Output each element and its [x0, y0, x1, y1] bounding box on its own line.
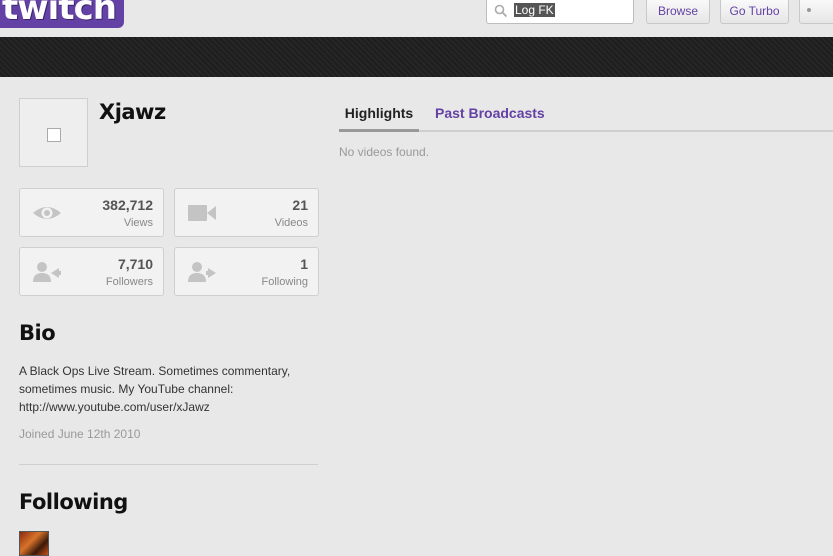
- followers-label: Followers: [105, 276, 153, 288]
- following-icon: [188, 262, 216, 282]
- tab-past-broadcasts[interactable]: Past Broadcasts: [435, 105, 545, 121]
- views-count: 382,712: [102, 197, 153, 213]
- following-channel-thumbnail[interactable]: [19, 531, 49, 556]
- go-turbo-button[interactable]: Go Turbo: [720, 0, 789, 24]
- eye-icon: [33, 207, 61, 219]
- following-heading: Following: [19, 490, 128, 514]
- user-menu-button[interactable]: [799, 0, 833, 24]
- channel-name: Xjawz: [99, 100, 166, 124]
- following-stat[interactable]: 1 Following: [174, 247, 319, 296]
- video-camera-icon: [188, 205, 216, 221]
- search-box[interactable]: Log FK: [486, 0, 634, 24]
- joined-date: Joined June 12th 2010: [19, 427, 141, 441]
- videos-label: Videos: [274, 217, 308, 229]
- search-input[interactable]: Log FK: [514, 3, 555, 17]
- divider: [19, 464, 318, 465]
- videos-stat[interactable]: 21 Videos: [174, 188, 319, 237]
- videos-count: 21: [292, 197, 308, 213]
- empty-videos-message: No videos found.: [339, 145, 430, 159]
- tab-highlights[interactable]: Highlights: [339, 105, 419, 132]
- followers-count: 7,710: [117, 256, 153, 272]
- followers-icon: [33, 262, 61, 282]
- bio-text: A Black Ops Live Stream. Sometimes comme…: [19, 364, 291, 414]
- top-navigation: twitch Log FK Browse Go Turbo: [0, 0, 833, 37]
- user-status-icon: [807, 8, 811, 12]
- search-icon: [494, 4, 508, 18]
- video-tabs: Highlights Past Broadcasts: [339, 98, 833, 132]
- views-stat: 382,712 Views: [19, 188, 164, 237]
- channel-avatar[interactable]: [19, 98, 88, 167]
- following-label: Following: [261, 276, 308, 288]
- followers-stat[interactable]: 7,710 Followers: [19, 247, 164, 296]
- bio-heading: Bio: [19, 321, 56, 345]
- browse-button[interactable]: Browse: [646, 0, 710, 24]
- broken-image-icon: [47, 128, 61, 142]
- views-label: Views: [123, 217, 153, 229]
- following-count: 1: [300, 256, 308, 272]
- twitch-logo[interactable]: twitch: [0, 0, 124, 28]
- channel-banner-bar: [0, 37, 833, 77]
